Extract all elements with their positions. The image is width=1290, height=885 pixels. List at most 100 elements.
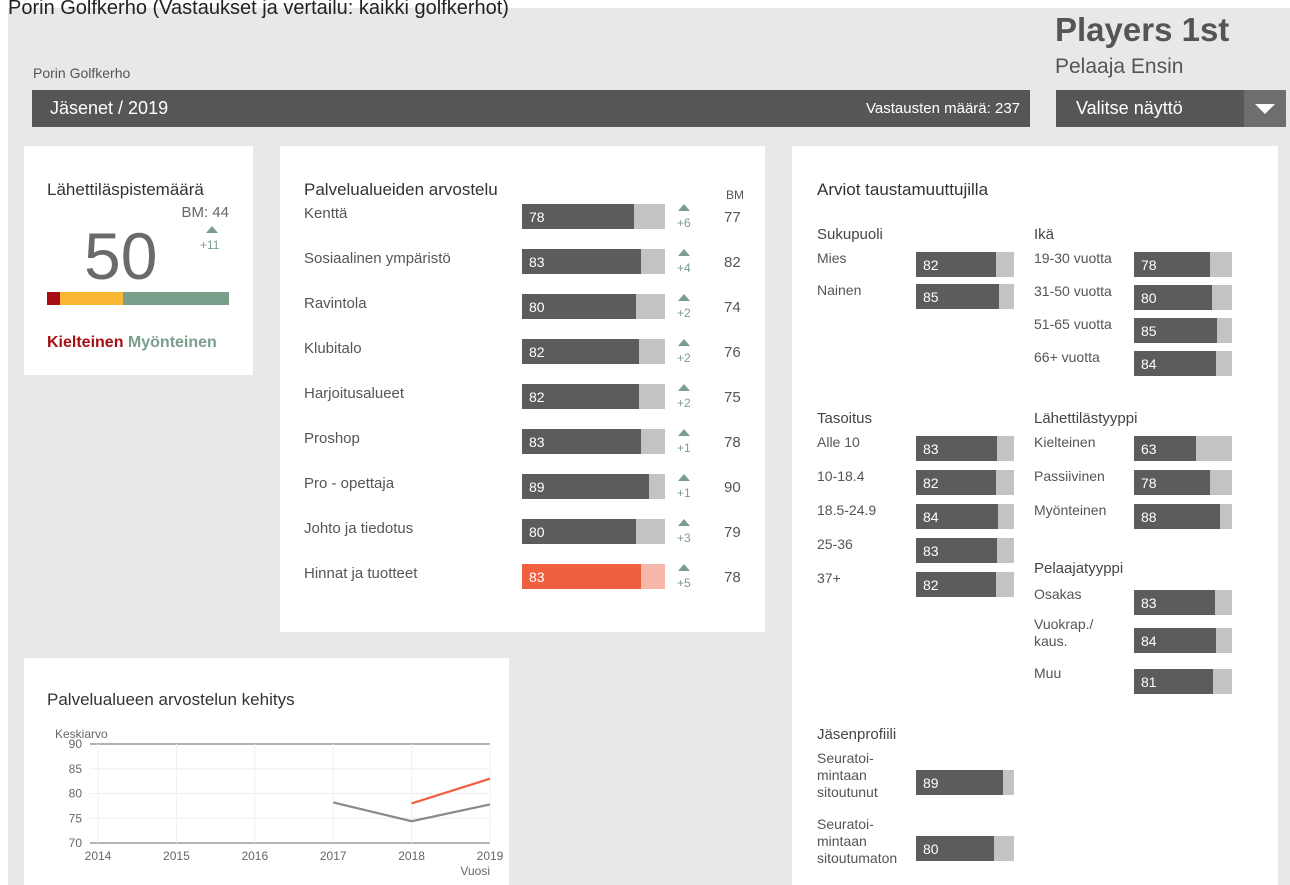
rating-bar-value: 89: [529, 479, 545, 495]
group-item-label: Seuratoi- mintaan sitoutumaton: [817, 816, 898, 866]
rating-bar-value: 81: [1141, 674, 1157, 690]
service-item-delta: +1: [677, 441, 691, 455]
header-title: Jäsenet / 2019: [50, 98, 169, 118]
service-item-bm: 76: [724, 344, 741, 361]
x-tick-label: 2019: [477, 849, 504, 863]
service-item-label: Pro - opettaja: [304, 475, 395, 492]
ambassador-bm: BM: 44: [181, 204, 229, 221]
rating-bar: 83: [522, 564, 665, 589]
trend-chart: Keskiarvo70758085902014 2015 2016 2017 2018 2…: [55, 727, 504, 878]
service-item-delta: +2: [677, 351, 691, 365]
rating-bar: 83: [916, 538, 1014, 563]
rating-bar: 84: [1134, 351, 1232, 376]
rating-bar-value: 82: [923, 257, 939, 273]
x-tick-label: 2018: [398, 849, 425, 863]
service-item-label: Ravintola: [304, 295, 367, 312]
header-bar: Jäsenet / 2019 Vastausten määrä: 237: [32, 90, 1030, 127]
group-item-label: Osakas: [1034, 586, 1082, 602]
service-item-label: Sosiaalinen ympäristö: [304, 250, 451, 267]
service-item-delta: +2: [677, 306, 691, 320]
x-tick-label: 2014: [85, 849, 112, 863]
rating-bar-value: 78: [1141, 475, 1157, 491]
rating-bar-value: 82: [923, 475, 939, 491]
ambassador-score: 50: [84, 219, 158, 293]
group-title: Sukupuoli: [817, 226, 883, 243]
rating-bar-value: 83: [1141, 595, 1157, 611]
group-item-label: 66+ vuotta: [1034, 349, 1100, 365]
rating-bar-value: 83: [923, 543, 939, 559]
service-item-label: Hinnat ja tuotteet: [304, 565, 418, 582]
service-item-delta: +5: [677, 576, 691, 590]
rating-bar: 88: [1134, 504, 1232, 529]
trend-up-icon: [206, 226, 218, 233]
group-item-label: 25-36: [817, 536, 853, 552]
label-negative: Kielteinen: [47, 334, 124, 351]
ambassador-title: Lähettiläspistemäärä: [47, 180, 204, 199]
rating-bar: 80: [522, 294, 665, 319]
service-item-delta: +4: [677, 261, 691, 275]
scale-segment: [123, 292, 229, 305]
report-title-cut: Porin Golfkerho (Vastaukset ja vertailu:…: [8, 0, 509, 19]
rating-bar-value: 83: [923, 441, 939, 457]
rating-bar: 83: [916, 436, 1014, 461]
rating-bar: 78: [1134, 470, 1232, 495]
background-card: Arviot taustamuuttujilla Sukupuoli Mies 82…: [792, 146, 1278, 885]
ambassador-delta: +11: [200, 238, 220, 252]
service-title: Palvelualueiden arvostelu: [304, 180, 498, 199]
x-tick-label: 2015: [163, 849, 190, 863]
service-item-delta: +1: [677, 486, 691, 500]
trend-up-icon: [678, 384, 690, 391]
x-tick-label: 2016: [241, 849, 268, 863]
chevron-down-icon[interactable]: [1244, 90, 1286, 127]
group-item-label: Mies: [817, 250, 847, 266]
service-item-bm: 78: [724, 434, 741, 451]
rating-bar: 78: [522, 204, 665, 229]
group-title: Ikä: [1034, 226, 1055, 243]
trend-up-icon: [678, 294, 690, 301]
rating-bar: 85: [1134, 318, 1232, 343]
rating-bar: 83: [522, 249, 665, 274]
view-select-label: Valitse näyttö: [1076, 98, 1183, 118]
y-tick-label: 80: [69, 787, 83, 801]
rating-bar-value: 82: [529, 344, 545, 360]
rating-bar: 82: [916, 470, 1014, 495]
brand-title: Players 1st: [1055, 11, 1230, 48]
trend-card: Palvelualueen arvostelun kehitys Keskiar…: [24, 658, 509, 885]
group-item-label: 19-30 vuotta: [1034, 250, 1112, 266]
group-item-label: 37+: [817, 570, 841, 586]
rating-bar: 83: [522, 429, 665, 454]
rating-bar-value: 82: [529, 389, 545, 405]
service-item-bm: 90: [724, 479, 741, 496]
rating-bar: 82: [522, 384, 665, 409]
view-select[interactable]: Valitse näyttö: [1056, 90, 1286, 127]
rating-bar-value: 83: [529, 254, 545, 270]
group-item-label: Seuratoi- mintaan sitoutunut: [817, 750, 878, 800]
rating-bar-value: 89: [923, 775, 939, 791]
service-item-label: Johto ja tiedotus: [304, 520, 414, 537]
series-line-1: [411, 777, 491, 805]
service-item-label: Klubitalo: [304, 340, 362, 357]
trend-up-icon: [678, 519, 690, 526]
group-item-label: 31-50 vuotta: [1034, 283, 1112, 299]
group-item-label: Kielteinen: [1034, 434, 1096, 450]
scale-segment: [59, 292, 124, 305]
group-title: Pelaajatyyppi: [1034, 560, 1124, 577]
trend-up-icon: [678, 339, 690, 346]
service-item-bm: 82: [724, 254, 741, 271]
rating-bar: 89: [916, 770, 1014, 795]
rating-bar: 81: [1134, 669, 1232, 694]
group-item-label: Passiivinen: [1034, 468, 1105, 484]
group-item-label: Myönteinen: [1034, 502, 1107, 518]
service-item-label: Harjoitusalueet: [304, 385, 405, 402]
group-item-label: Nainen: [817, 282, 862, 298]
rating-bar-value: 84: [1141, 633, 1157, 649]
rating-bar-value: 84: [1141, 356, 1157, 372]
rating-bar-value: 63: [1141, 441, 1157, 457]
rating-bar: 85: [916, 284, 1014, 309]
x-axis-label: Vuosi: [460, 864, 490, 878]
group-title: Tasoitus: [817, 410, 873, 427]
background-title: Arviot taustamuuttujilla: [817, 180, 989, 199]
trend-up-icon: [678, 204, 690, 211]
y-tick-label: 75: [69, 811, 83, 825]
rating-bar: 82: [522, 339, 665, 364]
